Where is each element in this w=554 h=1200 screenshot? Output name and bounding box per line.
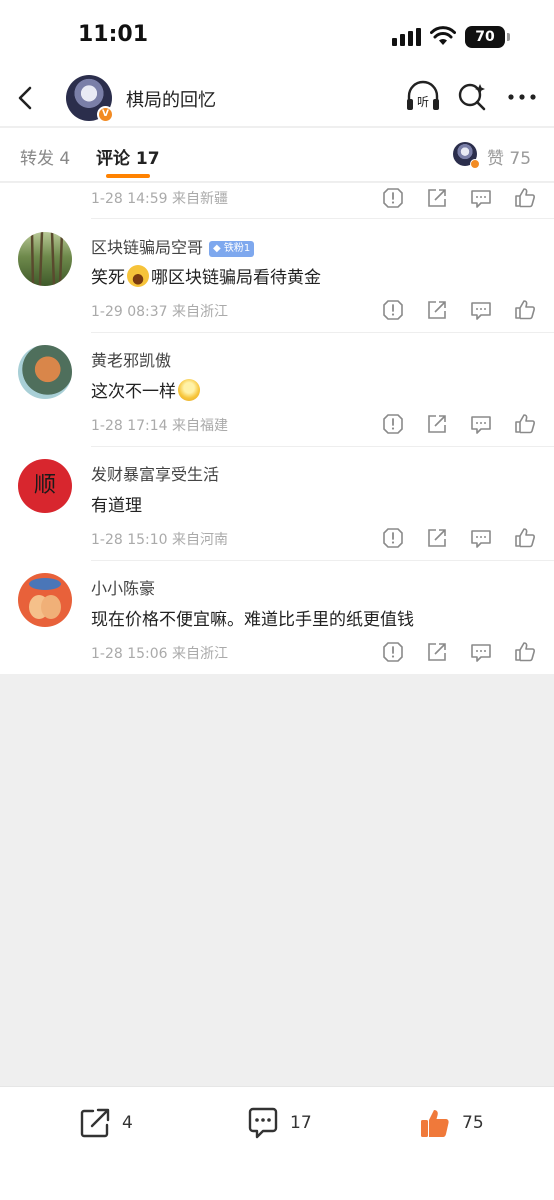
laughing-emoji-icon: [127, 265, 149, 287]
comment-divider: [91, 218, 554, 219]
commenter-name[interactable]: 发财暴富享受生活: [91, 461, 219, 485]
smile-emoji-icon: [178, 379, 200, 401]
commenter-name[interactable]: 黄老邪凯傲: [91, 347, 171, 371]
comment-text: 笑死 哪区块链骗局看待黄金: [91, 263, 321, 288]
commenter-name[interactable]: 小小陈豪: [91, 575, 155, 599]
active-tab-underline: [106, 174, 150, 178]
share-icon[interactable]: [425, 526, 449, 550]
commenter-avatar[interactable]: [18, 573, 72, 627]
liked-thumb-icon: [421, 1110, 449, 1137]
like-icon[interactable]: [513, 412, 537, 436]
repost-count: 4: [122, 1113, 133, 1133]
report-icon[interactable]: [381, 526, 405, 550]
bottom-action-bar: 4 17 75: [0, 1086, 554, 1200]
tab-comments[interactable]: 评论 17: [96, 144, 160, 169]
report-icon[interactable]: [381, 186, 405, 210]
like-icon[interactable]: [513, 640, 537, 664]
comment-text: 这次不一样: [91, 377, 202, 402]
comment-meta: 1-28 14:59 来自新疆: [91, 191, 229, 207]
reply-icon[interactable]: [469, 186, 493, 210]
tab-reposts[interactable]: 转发 4: [20, 144, 70, 169]
wifi-icon: [430, 26, 456, 45]
comment-count: 17: [290, 1113, 312, 1133]
comment-meta: 1-28 15:10 来自河南: [91, 532, 229, 548]
super-search-icon[interactable]: [456, 81, 488, 113]
commenter-name[interactable]: 区块链骗局空哥 ◆ 铁粉1: [91, 234, 255, 258]
tab-likes[interactable]: 赞 75: [487, 144, 531, 169]
author-name[interactable]: 棋局的回忆: [126, 86, 216, 112]
empty-area: [0, 674, 554, 1086]
top-navigation: V 棋局的回忆 听: [0, 70, 554, 126]
comment-text: 现在价格不便宜嘛。难道比手里的纸更值钱: [91, 610, 414, 630]
commenter-avatar[interactable]: [18, 232, 72, 286]
comment-meta: 1-28 15:06 来自浙江: [91, 646, 229, 662]
status-bar: 11:01 70: [0, 0, 554, 70]
post-tabs: 转发 4 评论 17 赞 75: [0, 128, 554, 182]
like-count: 75: [462, 1113, 484, 1133]
comment-meta: 1-29 08:37 来自浙江: [91, 304, 229, 320]
share-icon[interactable]: [425, 298, 449, 322]
comment-text: 有道理: [91, 496, 142, 516]
avatar-calligraphy: 顺: [33, 473, 56, 498]
verified-badge-icon: V: [97, 106, 114, 123]
fan-level-badge: ◆ 铁粉1: [209, 241, 255, 257]
report-icon[interactable]: [381, 412, 405, 436]
status-time: 11:01: [78, 22, 149, 47]
like-icon[interactable]: [513, 186, 537, 210]
share-icon[interactable]: [425, 640, 449, 664]
comment-divider: [91, 332, 554, 333]
commenter-avatar[interactable]: 顺: [18, 459, 72, 513]
back-arrow-icon[interactable]: [12, 82, 44, 114]
reply-icon[interactable]: [469, 412, 493, 436]
svg-text:听: 听: [417, 95, 429, 109]
comment-meta: 1-28 17:14 来自福建: [91, 418, 229, 434]
commenter-avatar[interactable]: [18, 345, 72, 399]
reply-icon[interactable]: [469, 526, 493, 550]
comment-divider: [91, 446, 554, 447]
listen-headphones-icon[interactable]: 听: [405, 80, 441, 114]
like-icon[interactable]: [513, 526, 537, 550]
comment-button[interactable]: 17: [246, 1105, 312, 1141]
reply-icon[interactable]: [469, 640, 493, 664]
repost-button[interactable]: 4: [78, 1105, 133, 1141]
repost-icon: [80, 1108, 110, 1138]
share-icon[interactable]: [425, 186, 449, 210]
like-button[interactable]: 75: [418, 1105, 484, 1141]
share-icon[interactable]: [425, 412, 449, 436]
comment-icon: [248, 1107, 278, 1139]
more-options-icon[interactable]: [506, 82, 538, 112]
reply-icon[interactable]: [469, 298, 493, 322]
like-icon[interactable]: [513, 298, 537, 322]
comment-list: 1-28 14:59 来自新疆 区块链骗局空哥 ◆ 铁粉1 笑死 哪区块链骗局看待黄…: [0, 183, 554, 674]
liker-avatar: [453, 142, 480, 169]
cellular-signal-icon: [392, 28, 421, 46]
comment-divider: [91, 560, 554, 561]
battery-indicator: 70: [465, 26, 510, 48]
report-icon[interactable]: [381, 640, 405, 664]
report-icon[interactable]: [381, 298, 405, 322]
